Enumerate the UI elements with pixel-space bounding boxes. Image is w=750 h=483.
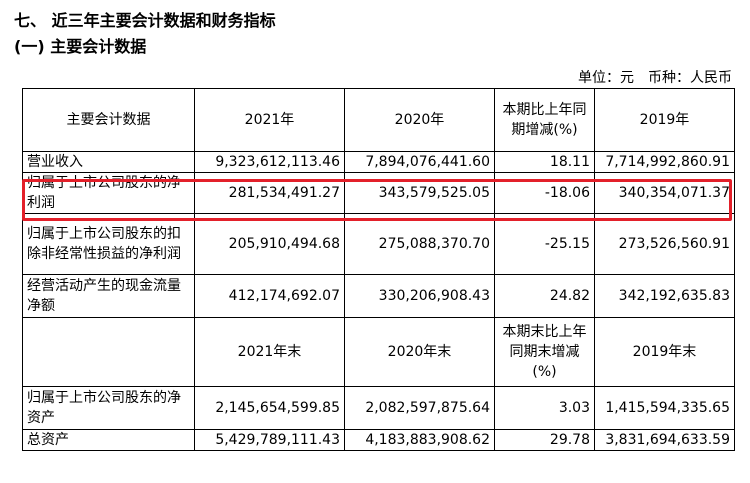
header-2019: 2019年 bbox=[594, 88, 735, 152]
table-row: 归属于上市公司股东的净利润 281,534,491.27 343,579,525… bbox=[22, 172, 735, 214]
subheader-blank bbox=[22, 317, 195, 387]
subheader-change: 本期末比上年同期末增减(%) bbox=[494, 317, 595, 387]
value-2020: 330,206,908.43 bbox=[344, 274, 495, 318]
value-change: 18.11 bbox=[494, 151, 595, 173]
table-row: 归属于上市公司股东的扣除非经常性损益的净利润 205,910,494.68 27… bbox=[22, 213, 735, 275]
table-subheader-row: 2021年末 2020年末 本期末比上年同期末增减(%) 2019年末 bbox=[22, 317, 735, 387]
value-2019: 342,192,635.83 bbox=[594, 274, 735, 318]
header-change: 本期比上年同期增减(%) bbox=[494, 88, 595, 152]
value-2020: 343,579,525.05 bbox=[344, 172, 495, 214]
section-title: 七、 近三年主要会计数据和财务指标 bbox=[14, 11, 276, 30]
value-2020: 7,894,076,441.60 bbox=[344, 151, 495, 173]
row-label: 归属于上市公司股东的净利润 bbox=[22, 172, 195, 214]
value-2021: 281,534,491.27 bbox=[194, 172, 345, 214]
value-2019: 3,831,694,633.59 bbox=[594, 429, 735, 451]
table-row: 营业收入 9,323,612,113.46 7,894,076,441.60 1… bbox=[22, 151, 735, 173]
value-change: -25.15 bbox=[494, 213, 595, 275]
row-label: 总资产 bbox=[22, 429, 195, 451]
header-2021: 2021年 bbox=[194, 88, 345, 152]
value-2021: 9,323,612,113.46 bbox=[194, 151, 345, 173]
value-2020: 275,088,370.70 bbox=[344, 213, 495, 275]
unit-note: 单位：元 币种：人民币 bbox=[578, 70, 732, 86]
value-change: 3.03 bbox=[494, 386, 595, 430]
table-header-row: 主要会计数据 2021年 2020年 本期比上年同期增减(%) 2019年 bbox=[22, 88, 735, 152]
value-2021: 2,145,654,599.85 bbox=[194, 386, 345, 430]
subheader-2021: 2021年末 bbox=[194, 317, 345, 387]
value-2019: 7,714,992,860.91 bbox=[594, 151, 735, 173]
value-2021: 205,910,494.68 bbox=[194, 213, 345, 275]
row-label: 归属于上市公司股东的扣除非经常性损益的净利润 bbox=[22, 213, 195, 275]
subheader-2019: 2019年末 bbox=[594, 317, 735, 387]
value-2020: 2,082,597,875.64 bbox=[344, 386, 495, 430]
row-label: 归属于上市公司股东的净资产 bbox=[22, 386, 195, 430]
subsection-title: (一) 主要会计数据 bbox=[14, 37, 147, 56]
value-change: 24.82 bbox=[494, 274, 595, 318]
value-2020: 4,183,883,908.62 bbox=[344, 429, 495, 451]
value-2019: 1,415,594,335.65 bbox=[594, 386, 735, 430]
accounting-data-table: 主要会计数据 2021年 2020年 本期比上年同期增减(%) 2019年 营业… bbox=[22, 88, 735, 451]
row-label: 营业收入 bbox=[22, 151, 195, 173]
row-label: 经营活动产生的现金流量净额 bbox=[22, 274, 195, 318]
value-2019: 273,526,560.91 bbox=[594, 213, 735, 275]
header-2020: 2020年 bbox=[344, 88, 495, 152]
value-2021: 412,174,692.07 bbox=[194, 274, 345, 318]
subheader-2020: 2020年末 bbox=[344, 317, 495, 387]
value-2019: 340,354,071.37 bbox=[594, 172, 735, 214]
table-row: 经营活动产生的现金流量净额 412,174,692.07 330,206,908… bbox=[22, 274, 735, 318]
value-change: 29.78 bbox=[494, 429, 595, 451]
value-2021: 5,429,789,111.43 bbox=[194, 429, 345, 451]
table-row: 总资产 5,429,789,111.43 4,183,883,908.62 29… bbox=[22, 429, 735, 451]
header-label: 主要会计数据 bbox=[22, 88, 195, 152]
value-change: -18.06 bbox=[494, 172, 595, 214]
table-row: 归属于上市公司股东的净资产 2,145,654,599.85 2,082,597… bbox=[22, 386, 735, 430]
